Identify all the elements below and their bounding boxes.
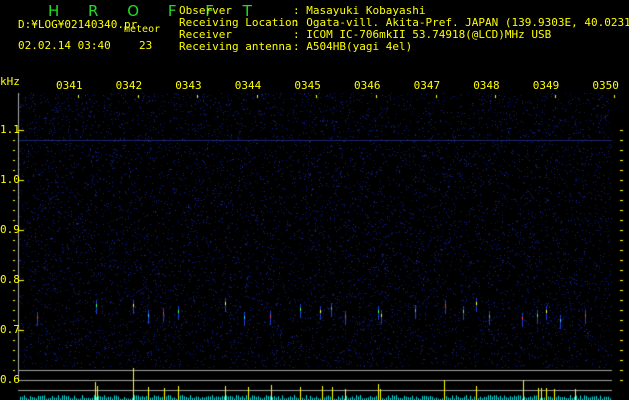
y-tick-label: 1.0 — [0, 173, 20, 186]
y-tick-label: 0.6 — [0, 373, 20, 386]
y-tick-label: 0.9 — [0, 223, 20, 236]
x-tick-label: 0349 — [532, 79, 560, 92]
unit-label: kHz — [0, 75, 20, 88]
x-tick-label: 0343 — [175, 79, 202, 92]
x-tick-label: 0346 — [354, 79, 381, 92]
x-tick-label: 0345 — [294, 79, 321, 92]
spectrogram-canvas — [0, 0, 629, 400]
y-tick-label: 0.7 — [0, 323, 20, 336]
datetime: 02.02.14 03:40 — [18, 39, 111, 52]
x-tick-label: 0347 — [413, 79, 441, 92]
mode-label: meteor — [124, 24, 161, 35]
x-tick-label: 0341 — [56, 79, 83, 92]
x-tick-label: 0342 — [115, 79, 143, 92]
y-tick-label: 1.1 — [0, 123, 20, 136]
x-tick-label: 0348 — [473, 79, 500, 92]
file-path: D:¥LOG¥02140340.pr — [18, 18, 138, 31]
echo-count: 23 — [139, 39, 153, 52]
y-tick-label: 0.8 — [0, 273, 20, 286]
info-value: : A504HB(yagi 4el) — [293, 40, 413, 53]
info-label: Receiving antenna — [179, 40, 292, 53]
x-tick-label: 0344 — [234, 79, 262, 92]
x-tick-label: 0350 — [592, 79, 619, 92]
